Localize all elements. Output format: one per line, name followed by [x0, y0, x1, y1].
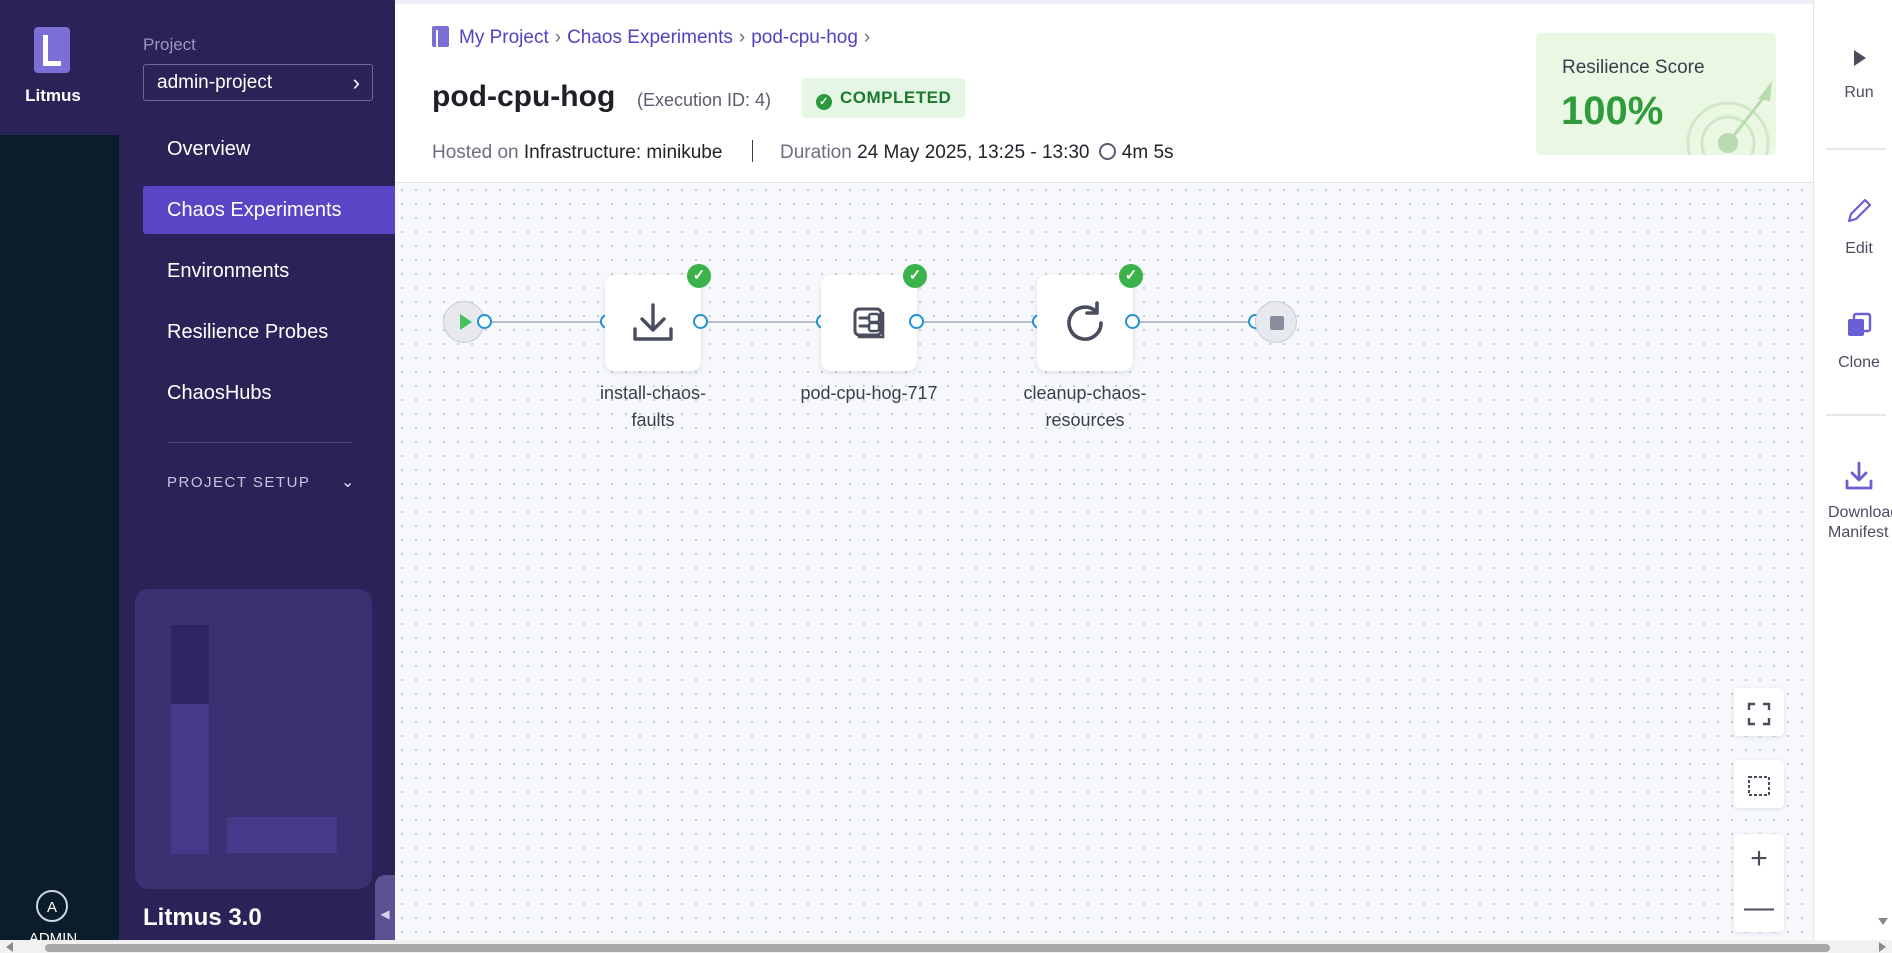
workflow-node-install-chaos-faults[interactable] — [605, 275, 701, 371]
experiment-header: My Project › Chaos Experiments › pod-cpu-hog… — [395, 0, 1813, 183]
status-text: COMPLETED — [840, 88, 952, 107]
zoom-in-button[interactable]: + — [1734, 834, 1784, 883]
node-label: cleanup-chaos-resources — [1023, 383, 1147, 430]
project-setup-toggle[interactable]: PROJECT SETUP ⌄ — [167, 474, 354, 491]
experiment-meta: Hosted on Infrastructure: minikube Durat… — [432, 140, 1174, 164]
expand-icon — [1747, 702, 1771, 726]
horizontal-scrollbar[interactable] — [0, 940, 1892, 953]
success-check-icon: ✓ — [687, 264, 711, 288]
workflow-edge — [917, 321, 1035, 323]
workflow-canvas[interactable]: ✓ install-chaos-faults ✓ pod-cpu-hog-717… — [395, 183, 1813, 940]
hosted-label: Hosted on — [432, 142, 519, 163]
success-check-icon: ✓ — [1119, 264, 1143, 288]
target-icon — [1686, 81, 1772, 155]
promo-illustration — [135, 589, 372, 889]
workflow-node-cleanup-chaos-resources[interactable] — [1037, 275, 1133, 371]
breadcrumb-my-project[interactable]: My Project — [459, 27, 549, 48]
run-button[interactable]: Run — [1814, 46, 1892, 103]
run-label: Run — [1844, 84, 1874, 101]
page-title: pod-cpu-hog — [432, 80, 616, 113]
sidebar-item-chaoshubs[interactable]: ChaosHubs — [143, 369, 395, 417]
workflow-node-pod-cpu-hog[interactable] — [821, 275, 917, 371]
clock-icon — [1098, 143, 1116, 160]
scroll-right-arrow[interactable] — [1879, 942, 1886, 952]
check-circle-icon: ✓ — [816, 94, 832, 110]
project-selector-value: admin-project — [157, 72, 273, 93]
chevron-right-icon: › — [352, 70, 360, 95]
zoom-controls: + — — [1734, 834, 1784, 932]
select-area-button[interactable] — [1734, 760, 1784, 808]
pencil-icon — [1847, 198, 1872, 223]
clone-button[interactable]: Clone — [1814, 310, 1892, 373]
scroll-left-arrow[interactable] — [6, 942, 13, 952]
scrollbar-thumb[interactable] — [45, 944, 1830, 952]
play-icon — [1854, 50, 1866, 66]
execution-id: (Execution ID: 4) — [637, 90, 772, 110]
refresh-icon — [1067, 301, 1103, 341]
breadcrumb-separator: › — [554, 27, 562, 48]
app-name: Litmus — [25, 86, 81, 105]
app-rail: Litmus A ADMIN — [0, 0, 119, 953]
success-check-icon: ✓ — [903, 264, 927, 288]
download-manifest-label: Download Manifest — [1828, 504, 1892, 541]
duration-value: 24 May 2025, 13:25 - 13:30 — [857, 142, 1090, 163]
meta-divider — [751, 140, 753, 162]
breadcrumb-experiment[interactable]: pod-cpu-hog — [751, 27, 858, 48]
clone-label: Clone — [1838, 354, 1880, 371]
litmus-logo-icon — [34, 27, 70, 73]
download-icon — [1845, 461, 1873, 490]
workflow-end-node — [1255, 301, 1297, 343]
download-manifest-button[interactable]: Download Manifest — [1814, 460, 1892, 543]
resilience-score-card: Resilience Score 100% — [1536, 33, 1776, 155]
sidebar-item-overview[interactable]: Overview — [143, 125, 395, 173]
app-brand[interactable]: Litmus — [0, 0, 119, 135]
workflow-edge — [1133, 321, 1251, 323]
node-label: pod-cpu-hog-717 — [800, 383, 938, 403]
hosted-value: Infrastructure: minikube — [523, 142, 723, 163]
duration-label: Duration — [780, 142, 852, 163]
action-divider — [1826, 414, 1886, 416]
node-port — [909, 314, 924, 329]
workflow-edge — [701, 321, 819, 323]
project-setup-label: PROJECT SETUP — [167, 474, 311, 491]
download-icon — [633, 303, 673, 341]
fit-view-button[interactable] — [1734, 688, 1784, 736]
nav-divider — [167, 442, 353, 443]
status-badge: ✓ COMPLETED — [802, 78, 966, 118]
breadcrumb-chaos-experiments[interactable]: Chaos Experiments — [567, 27, 733, 48]
edit-button[interactable]: Edit — [1814, 196, 1892, 259]
project-label: Project — [143, 35, 196, 54]
sidebar-item-environments[interactable]: Environments — [143, 247, 395, 295]
clone-icon — [1848, 312, 1872, 336]
resilience-score-label: Resilience Score — [1562, 57, 1705, 78]
chaos-fault-icon — [853, 307, 885, 339]
selection-box-icon — [1748, 776, 1770, 796]
elapsed-time: 4m 5s — [1121, 142, 1174, 163]
sidebar-nav: Project admin-project › Overview Chaos E… — [119, 0, 395, 953]
project-icon — [432, 26, 449, 47]
node-port — [477, 314, 492, 329]
breadcrumb-separator: › — [738, 27, 746, 48]
edit-label: Edit — [1845, 240, 1873, 257]
action-divider — [1826, 148, 1886, 150]
node-port — [693, 314, 708, 329]
node-port — [1125, 314, 1140, 329]
sidebar-item-resilience-probes[interactable]: Resilience Probes — [143, 308, 395, 356]
sidebar-item-chaos-experiments[interactable]: Chaos Experiments — [143, 186, 395, 234]
node-label: install-chaos-faults — [599, 383, 707, 430]
scroll-down-arrow[interactable] — [1878, 918, 1888, 925]
workflow-edge — [484, 321, 602, 323]
resilience-score-value: 100% — [1561, 89, 1664, 133]
chevron-down-icon: ⌄ — [341, 474, 356, 491]
action-rail: Run Edit Clone Download Manifest — [1813, 0, 1892, 940]
project-selector[interactable]: admin-project › — [143, 64, 373, 101]
user-avatar[interactable]: A — [36, 890, 68, 922]
zoom-out-button[interactable]: — — [1734, 883, 1784, 932]
breadcrumb-separator: › — [863, 27, 871, 48]
app-version: Litmus 3.0 — [143, 904, 262, 931]
breadcrumb: My Project › Chaos Experiments › pod-cpu-hog… — [432, 26, 876, 49]
